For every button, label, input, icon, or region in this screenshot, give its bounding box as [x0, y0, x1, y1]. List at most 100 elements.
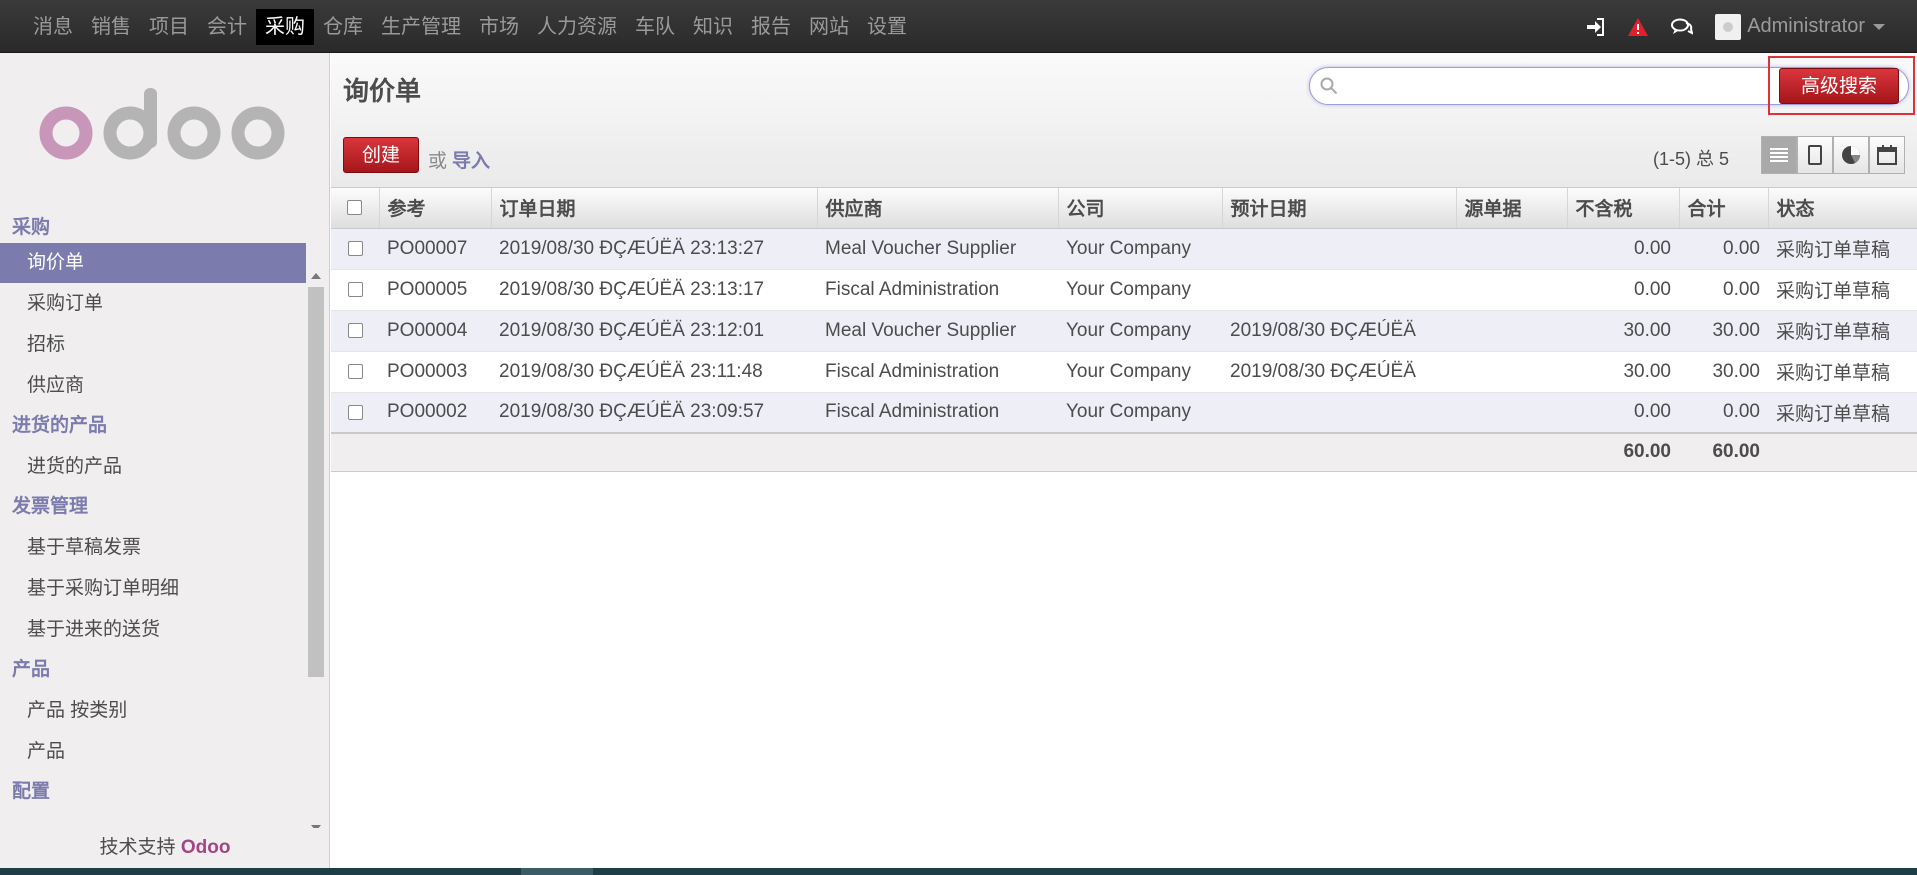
powered-by-label: 技术支持: [99, 837, 176, 858]
menu-fleet[interactable]: 车队: [626, 9, 684, 45]
menu-website[interactable]: 网站: [800, 9, 858, 45]
scroll-up-icon[interactable]: [311, 273, 321, 279]
cell-reference: PO00003: [379, 351, 491, 393]
row-checkbox[interactable]: [347, 363, 363, 379]
row-checkbox-cell[interactable]: [331, 228, 379, 270]
sidebar-item-suppliers[interactable]: 供应商: [0, 365, 306, 406]
col-status[interactable]: 状态: [1767, 188, 1917, 229]
table-row[interactable]: PO00003 2019/08/30 ĐÇÆÚËÄ 23:11:48 Fisca…: [331, 351, 1917, 393]
cell-company: Your Company: [1058, 310, 1222, 352]
menu-settings[interactable]: 设置: [858, 9, 916, 45]
sidebar-section-invoice-control[interactable]: 发票管理: [0, 487, 306, 527]
menu-sales[interactable]: 销售: [82, 9, 140, 45]
sidebar-scrollbar[interactable]: [306, 213, 326, 833]
import-link[interactable]: 导入: [452, 146, 490, 173]
top-right-systray: Administrator: [1585, 0, 1885, 53]
bottom-scrollbar-thumb[interactable]: [521, 868, 593, 875]
table-row[interactable]: PO00007 2019/08/30 ĐÇÆÚËÄ 23:13:27 Meal …: [331, 228, 1917, 270]
user-menu[interactable]: Administrator: [1715, 13, 1885, 40]
row-checkbox[interactable]: [347, 322, 363, 338]
sidebar: 采购 询价单 采购订单 招标 供应商 进货的产品 进货的产品 发票管理 基于草稿…: [0, 53, 330, 868]
sidebar-item-incoming-products[interactable]: 进货的产品: [0, 446, 306, 487]
table-row[interactable]: PO00002 2019/08/30 ĐÇÆÚËÄ 23:09:57 Fisca…: [331, 392, 1917, 434]
cell-expected-date: [1222, 392, 1456, 434]
select-all-checkbox-cell[interactable]: [331, 188, 379, 229]
odoo-logo[interactable]: [38, 83, 290, 178]
sidebar-item-products-by-category[interactable]: 产品 按类别: [0, 690, 306, 731]
col-supplier[interactable]: 供应商: [816, 188, 1058, 229]
cell-expected-date: [1222, 269, 1456, 311]
col-company[interactable]: 公司: [1057, 188, 1222, 229]
row-checkbox-cell[interactable]: [331, 310, 379, 352]
cell-untaxed: 30.00: [1567, 351, 1679, 393]
col-order-date[interactable]: 订单日期: [490, 188, 817, 229]
cell-company: Your Company: [1058, 269, 1222, 311]
sidebar-item-incoming-shipments[interactable]: 基于进来的送货: [0, 609, 306, 650]
select-all-checkbox[interactable]: [347, 200, 363, 216]
cell-supplier: Meal Voucher Supplier: [817, 228, 1058, 270]
sidebar-item-tenders[interactable]: 招标: [0, 324, 306, 365]
row-checkbox-cell[interactable]: [331, 351, 379, 393]
sign-in-icon[interactable]: [1585, 17, 1605, 36]
list-icon: [1770, 148, 1788, 162]
search-icon: [1320, 77, 1338, 95]
menu-hr[interactable]: 人力资源: [528, 9, 626, 45]
sidebar-item-draft-invoices[interactable]: 基于草稿发票: [0, 527, 306, 568]
create-button[interactable]: 创建: [343, 137, 419, 173]
sidebar-item-rfq[interactable]: 询价单: [0, 243, 306, 283]
sidebar-section-purchase[interactable]: 采购: [0, 213, 306, 243]
row-checkbox-cell[interactable]: [331, 269, 379, 311]
advanced-search-button[interactable]: 高级搜索: [1779, 68, 1899, 104]
cell-total: 30.00: [1679, 351, 1768, 393]
cell-reference: PO00004: [379, 310, 491, 352]
row-checkbox[interactable]: [347, 404, 363, 420]
col-untaxed[interactable]: 不含税: [1566, 188, 1679, 229]
menu-marketing[interactable]: 市场: [470, 9, 528, 45]
sidebar-section-configuration[interactable]: 配置: [0, 772, 306, 812]
calendar-view-button[interactable]: [1869, 136, 1905, 174]
table-row[interactable]: PO00004 2019/08/30 ĐÇÆÚËÄ 23:12:01 Meal …: [331, 310, 1917, 352]
menu-accounting[interactable]: 会计: [198, 9, 256, 45]
menu-messages[interactable]: 消息: [24, 9, 82, 45]
col-source-document[interactable]: 源单据: [1455, 188, 1567, 229]
menu-project[interactable]: 项目: [140, 9, 198, 45]
cell-source-document: [1456, 392, 1567, 434]
pager-value[interactable]: (1-5) 总 5: [1653, 145, 1729, 171]
form-view-button[interactable]: [1797, 136, 1833, 174]
table-row[interactable]: PO00005 2019/08/30 ĐÇÆÚËÄ 23:13:17 Fisca…: [331, 269, 1917, 311]
search-input[interactable]: [1342, 74, 1742, 98]
cell-order-date: 2019/08/30 ĐÇÆÚËÄ 23:13:27: [491, 228, 817, 270]
sidebar-item-products[interactable]: 产品: [0, 731, 306, 772]
col-total[interactable]: 合计: [1678, 188, 1768, 229]
top-menu: 消息 销售 项目 会计 采购 仓库 生产管理 市场 人力资源 车队 知识 报告 …: [24, 0, 916, 53]
warning-icon[interactable]: [1627, 17, 1649, 37]
menu-reporting[interactable]: 报告: [742, 9, 800, 45]
menu-knowledge[interactable]: 知识: [684, 9, 742, 45]
graph-view-button[interactable]: [1833, 136, 1869, 174]
menu-warehouse[interactable]: 仓库: [314, 9, 372, 45]
sidebar-section-incoming-products[interactable]: 进货的产品: [0, 406, 306, 446]
col-expected-date[interactable]: 预计日期: [1221, 188, 1456, 229]
powered-by-brand-link[interactable]: Odoo: [181, 837, 231, 858]
sidebar-section-products[interactable]: 产品: [0, 650, 306, 690]
row-checkbox[interactable]: [347, 240, 363, 256]
scrollbar-thumb[interactable]: [308, 287, 324, 677]
cell-expected-date: 2019/08/30 ĐÇÆÚËÄ: [1222, 310, 1456, 352]
list-view-button[interactable]: [1761, 136, 1797, 174]
cell-supplier: Fiscal Administration: [817, 269, 1058, 311]
bottom-scrollbar[interactable]: [0, 868, 1917, 875]
col-reference[interactable]: 参考: [378, 188, 491, 229]
cell-order-date: 2019/08/30 ĐÇÆÚËÄ 23:11:48: [491, 351, 817, 393]
chat-icon[interactable]: [1671, 18, 1694, 36]
row-checkbox[interactable]: [347, 281, 363, 297]
cell-order-date: 2019/08/30 ĐÇÆÚËÄ 23:12:01: [491, 310, 817, 352]
sidebar-item-purchase-orders[interactable]: 采购订单: [0, 283, 306, 324]
menu-purchase[interactable]: 采购: [256, 8, 314, 45]
cell-status: 采购订单草稿: [1768, 310, 1917, 352]
top-navbar: 消息 销售 项目 会计 采购 仓库 生产管理 市场 人力资源 车队 知识 报告 …: [0, 0, 1917, 53]
row-checkbox-cell[interactable]: [331, 392, 379, 434]
menu-manufacturing[interactable]: 生产管理: [372, 9, 470, 45]
cell-source-document: [1456, 351, 1567, 393]
sidebar-item-po-lines[interactable]: 基于采购订单明细: [0, 568, 306, 609]
chevron-down-icon: [1873, 23, 1885, 30]
